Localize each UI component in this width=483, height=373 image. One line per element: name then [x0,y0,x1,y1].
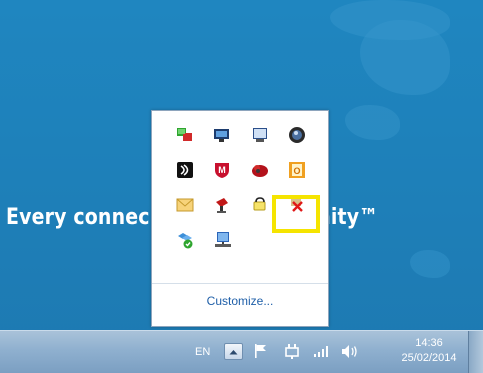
power-plug-icon[interactable] [284,343,300,365]
network-computer-icon[interactable] [204,227,242,253]
action-center-flag-icon[interactable] [254,343,268,364]
mcafee-icon[interactable]: M [204,157,242,183]
wireless-icon[interactable] [166,157,204,183]
office-icon[interactable]: O [279,157,317,183]
clock-time: 14:36 [415,337,443,349]
notification-overflow-popup: M O Customize... [151,110,329,327]
show-hidden-icons-button[interactable] [224,343,243,360]
show-desktop-button[interactable] [468,331,483,373]
tray-icon-row: M O [166,157,316,192]
tray-icon-row [166,122,316,157]
wallpaper-shape [360,20,450,95]
clock[interactable]: 14:36 25/02/2014 [398,336,460,366]
wallpaper-text-left: Every connec [6,205,150,230]
taskbar: EN 14:36 25/02/2014 [0,330,483,373]
screen-icon[interactable] [241,122,279,148]
sync-check-icon[interactable] [166,227,204,253]
customize-link[interactable]: Customize... [152,294,328,308]
clock-date: 25/02/2014 [401,352,457,364]
network-monitor-icon[interactable] [166,122,204,148]
tray-icon-grid: M O [166,122,316,262]
chevron-up-icon [229,349,238,354]
wallpaper-shape [410,250,450,278]
svg-text:O: O [294,166,301,176]
highlight-box [272,195,320,233]
stamp-icon[interactable] [204,192,242,218]
display-settings-icon[interactable] [204,122,242,148]
media-icon[interactable] [279,122,317,148]
svg-text:M: M [219,165,227,175]
wallpaper-shape [345,105,400,140]
popup-divider [152,283,328,284]
mail-icon[interactable] [166,192,204,218]
language-indicator[interactable]: EN [195,346,210,358]
volume-icon[interactable] [341,344,359,364]
creative-cloud-icon[interactable] [241,157,279,183]
network-signal-icon[interactable] [313,345,331,363]
